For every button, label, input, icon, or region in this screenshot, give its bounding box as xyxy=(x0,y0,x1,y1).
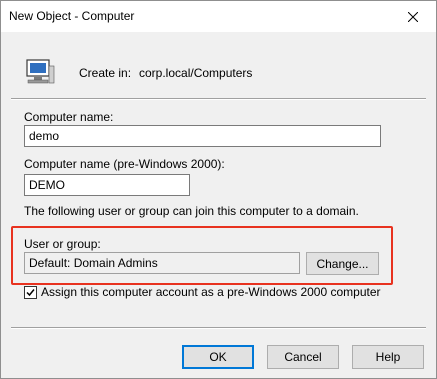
divider-bottom xyxy=(11,327,426,329)
help-button[interactable]: Help xyxy=(352,345,424,369)
create-in-path: corp.local/Computers xyxy=(139,66,253,80)
pre-win2000-label: Computer name (pre-Windows 2000): xyxy=(24,157,225,171)
pre-win2000-name-value: DEMO xyxy=(29,178,65,192)
new-object-computer-dialog: New Object - Computer Create in: corp.lo… xyxy=(0,0,437,379)
computer-name-label: Computer name: xyxy=(24,110,114,124)
cancel-button-label: Cancel xyxy=(284,350,322,364)
join-domain-note: The following user or group can join thi… xyxy=(24,204,359,218)
computer-icon xyxy=(25,58,55,89)
pre-win2000-name-input[interactable]: DEMO xyxy=(24,174,190,196)
divider-top xyxy=(11,98,426,100)
help-button-label: Help xyxy=(375,350,401,364)
create-in-label: Create in: xyxy=(79,66,132,80)
window-title: New Object - Computer xyxy=(9,9,135,23)
close-icon xyxy=(408,11,418,22)
close-button[interactable] xyxy=(390,1,436,32)
assign-pre-win2000-label[interactable]: Assign this computer account as a pre-Wi… xyxy=(41,285,381,299)
computer-name-input[interactable]: demo xyxy=(24,125,381,147)
ok-button[interactable]: OK xyxy=(182,345,254,369)
computer-name-value: demo xyxy=(29,129,60,143)
assign-pre-win2000-checkbox[interactable] xyxy=(24,286,37,299)
title-bar[interactable]: New Object - Computer xyxy=(1,1,436,32)
user-group-highlight-box xyxy=(11,226,393,285)
ok-button-label: OK xyxy=(209,350,227,364)
cancel-button[interactable]: Cancel xyxy=(267,345,339,369)
checkmark-icon xyxy=(26,289,35,297)
